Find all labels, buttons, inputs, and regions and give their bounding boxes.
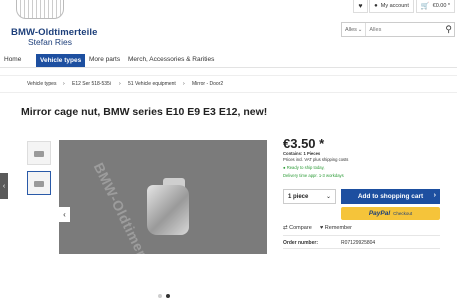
paypal-checkout-label: Checkout [393,211,413,216]
nav-home[interactable]: Home [4,56,21,63]
order-number-value: R07129925804 [341,240,376,246]
account-label: My account [380,3,409,9]
page-title: Mirror cage nut, BMW series E10 E9 E3 E1… [21,106,268,118]
quantity-value: 1 piece [288,193,309,200]
breadcrumb-item[interactable]: 51 Vehicle equipment [128,81,176,87]
slider-dot[interactable] [158,294,162,298]
cart-icon: 🛒 [420,3,430,10]
breadcrumb: Vehicle types › E12 Ser 518-535i › 51 Ve… [0,75,457,93]
tax-note[interactable]: Prices incl. VAT plus shipping costs [283,157,348,162]
logo-grille[interactable] [16,0,64,19]
nav-vehicle-types[interactable]: Vehicle types [36,54,86,67]
nav-more-parts[interactable]: More parts [89,56,120,63]
divider [283,235,440,236]
compare-link[interactable]: ⇄ Compare [283,225,312,231]
user-icon: ● [374,3,378,9]
remember-label: Remember [324,225,352,231]
wishlist-button[interactable]: ♥ [353,0,368,13]
stock-status: ● Ready to ship today, [283,165,325,170]
stock-status-text: Ready to ship today, [286,165,325,170]
part-body [147,185,189,235]
search-input[interactable] [366,23,444,36]
breadcrumb-item[interactable]: E12 Ser 518-535i [72,81,111,87]
quantity-select[interactable]: 1 piece ⌄ [283,189,336,204]
search-icon[interactable]: ⚲ [443,23,454,36]
search-bar: Alles⌄ ⚲ [341,22,455,37]
add-to-cart-label: Add to shopping cart [357,193,424,200]
divider [283,248,440,249]
paypal-logo: PayPal [368,210,391,217]
remember-link[interactable]: ♥ Remember [320,225,352,231]
chevron-left-icon[interactable]: ‹ [0,173,8,199]
add-to-cart-button[interactable]: Add to shopping cart › [341,189,440,204]
breadcrumb-separator: › [63,81,65,87]
chevron-right-icon: › [433,192,436,199]
paypal-checkout-button[interactable]: PayPal Checkout [341,207,440,220]
image-prev-button[interactable]: ‹ [59,207,70,222]
main-nav: Home Vehicle types More parts Merch, Acc… [0,54,457,68]
slider-dot-active[interactable] [166,294,170,298]
order-number-label: Order number: [283,240,319,246]
breadcrumb-item[interactable]: Mirror - Door2 [192,81,223,87]
cart-total: €0.00 * [432,3,451,9]
brand-owner: Stefan Ries [28,37,72,47]
search-category-select[interactable]: Alles ⌄ [342,23,367,36]
chevron-down-icon: ⌄ [357,26,363,33]
contains-note: Contains: 1 Pieces [283,151,321,156]
cart-button[interactable]: 🛒 €0.00 * [416,0,455,13]
breadcrumb-separator: › [183,81,185,87]
product-price: €3.50 * [283,136,325,151]
chevron-left-icon: ‹ [63,210,66,219]
heart-icon: ♥ [358,2,363,10]
search-category-value: Alles [345,26,357,33]
chevron-down-icon: ⌄ [325,194,331,200]
compare-label: Compare [289,225,312,231]
delivery-note: Delivery time appr. 1-3 workdays [283,173,344,178]
breadcrumb-separator: › [119,81,121,87]
thumbnail-2[interactable] [27,171,51,195]
thumbnail-1[interactable] [27,141,51,165]
product-image[interactable]: BMW-Oldtimerte [59,140,267,254]
account-button[interactable]: ● My account [369,0,414,13]
nav-merch[interactable]: Merch, Accessories & Rarities [128,56,214,63]
breadcrumb-item[interactable]: Vehicle types [27,81,56,87]
